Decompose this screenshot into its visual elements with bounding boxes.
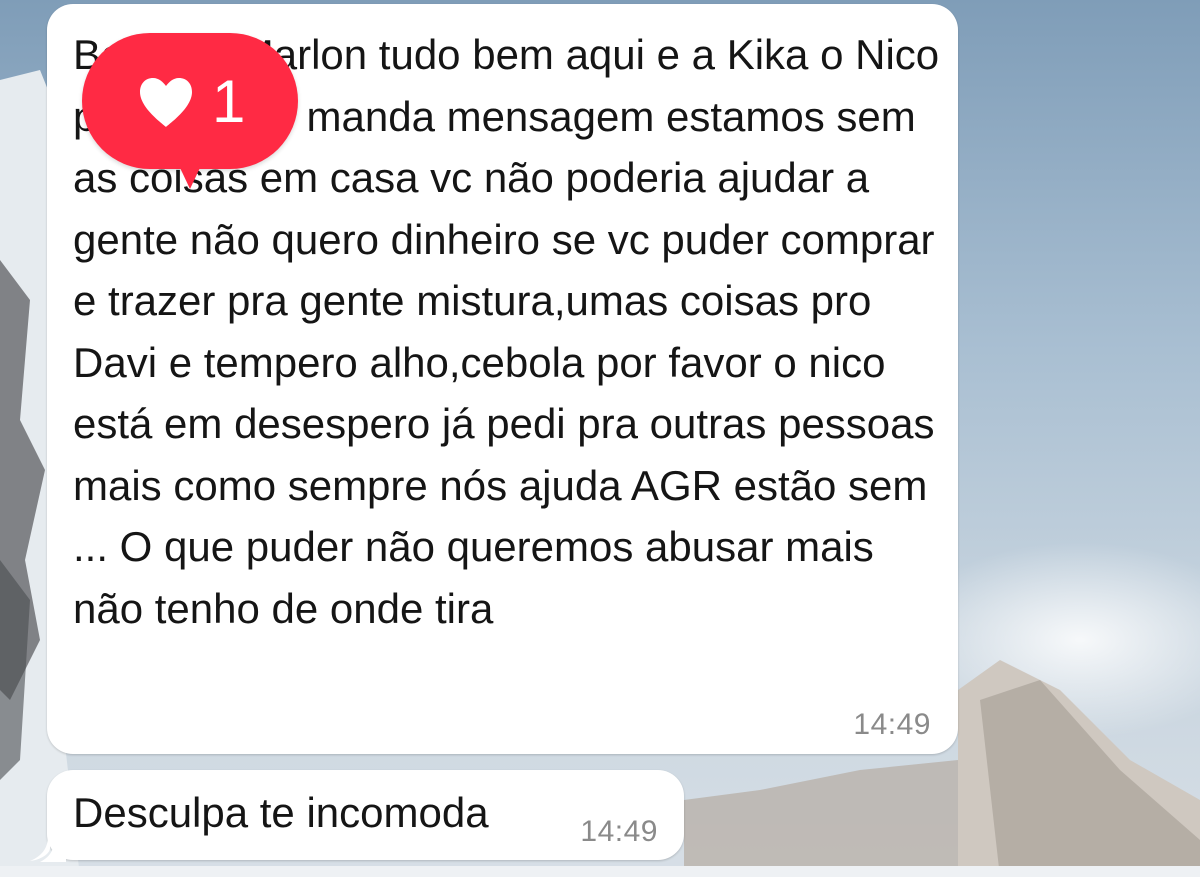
heart-reaction-badge[interactable]: 1 [82, 33, 298, 189]
message-timestamp-1: 14:49 [853, 708, 931, 741]
heart-icon [140, 78, 192, 127]
message-bubble-2[interactable]: Desculpa te incomoda 14:49 [47, 770, 684, 860]
reaction-count: 1 [212, 68, 246, 135]
bubble-tail [30, 818, 66, 862]
message-timestamp-2: 14:49 [580, 815, 658, 848]
reaction-badge-pointer [174, 155, 206, 189]
message-text-2: Desculpa te incomoda [73, 789, 489, 836]
